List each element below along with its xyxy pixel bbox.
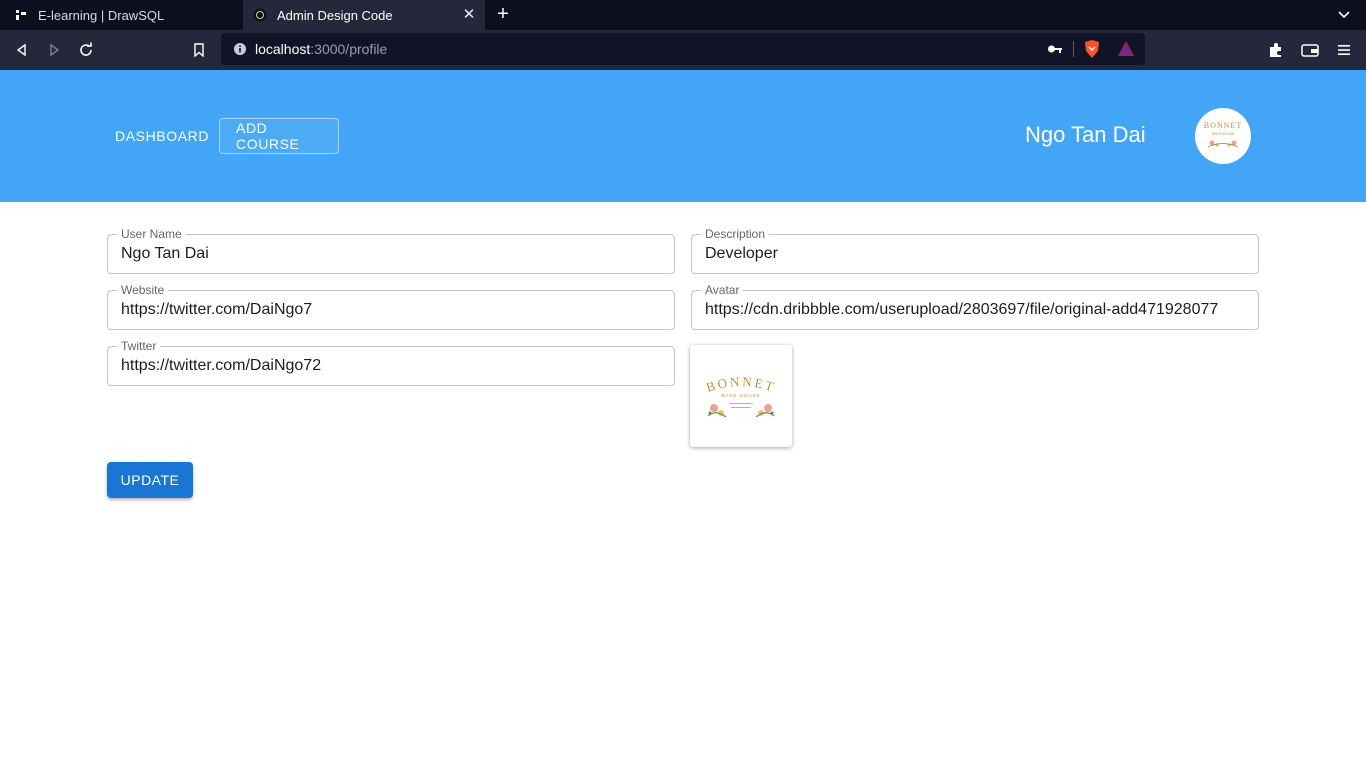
svg-text:BONNET: BONNET <box>704 374 777 395</box>
field-label: Website <box>117 283 169 297</box>
forward-icon[interactable] <box>44 40 64 60</box>
brave-shield-icon[interactable] <box>1083 39 1101 64</box>
bookmark-icon[interactable] <box>189 40 209 60</box>
website-field[interactable]: Website https://twitter.com/DaiNgo7 <box>107 283 675 330</box>
nav-dashboard-link[interactable]: DASHBOARD <box>99 118 225 154</box>
user-name: Ngo Tan Dai <box>1025 122 1146 147</box>
update-button[interactable]: UPDATE <box>107 462 193 498</box>
wallet-icon[interactable] <box>1300 40 1320 60</box>
reload-icon[interactable] <box>76 40 96 60</box>
website-input[interactable]: https://twitter.com/DaiNgo7 <box>121 301 662 319</box>
new-tab-icon[interactable]: + <box>493 4 513 24</box>
tab-admin-design-code[interactable]: Admin Design Code ✕ <box>243 0 485 30</box>
nav-add-course-button[interactable]: ADD COURSE <box>219 118 339 154</box>
avatar-preview: BONNET BAKE HOUSE <box>690 345 792 447</box>
key-icon[interactable] <box>1047 42 1063 61</box>
twitter-field[interactable]: Twitter https://twitter.com/DaiNgo72 <box>107 339 675 386</box>
browser-toolbar: localhost:3000/profile <box>0 30 1366 70</box>
drawsql-icon <box>14 8 28 22</box>
user-name-field[interactable]: User Name Ngo Tan Dai <box>107 227 675 274</box>
field-label: Twitter <box>117 339 161 353</box>
twitter-input[interactable]: https://twitter.com/DaiNgo72 <box>121 357 662 375</box>
bonnet-logo-icon: BONNET BAKE HOUSE <box>704 374 777 418</box>
avatar[interactable]: BONNET BAKE HOUSE <box>1195 108 1251 164</box>
description-field[interactable]: Description Developer <box>691 227 1259 274</box>
address-bar[interactable]: localhost:3000/profile <box>221 33 1145 65</box>
divider <box>1073 41 1074 57</box>
svg-text:BONNET: BONNET <box>1204 121 1242 130</box>
close-icon[interactable]: ✕ <box>461 7 477 23</box>
info-icon[interactable] <box>233 42 247 56</box>
description-input[interactable]: Developer <box>705 245 1246 263</box>
brave-rewards-icon[interactable] <box>1117 40 1135 63</box>
avatar-field[interactable]: Avatar https://cdn.dribbble.com/useruplo… <box>691 283 1259 330</box>
field-label: Avatar <box>701 283 744 297</box>
menu-icon[interactable] <box>1334 40 1354 60</box>
tab-title: Admin Design Code <box>277 7 393 23</box>
svg-text:BAKE HOUSE: BAKE HOUSE <box>1212 132 1235 136</box>
chevron-down-icon[interactable] <box>1336 6 1352 22</box>
field-label: Description <box>701 227 770 241</box>
svg-text:BAKE HOUSE: BAKE HOUSE <box>721 393 760 398</box>
browser-tab-bar: E-learning | DrawSQL Admin Design Code ✕… <box>0 0 1366 30</box>
field-label: User Name <box>117 227 186 241</box>
url-text: localhost:3000/profile <box>255 41 388 57</box>
site-icon <box>253 8 267 22</box>
back-icon[interactable] <box>12 40 32 60</box>
tab-drawsql[interactable]: E-learning | DrawSQL <box>0 0 242 30</box>
extensions-icon[interactable] <box>1266 40 1286 60</box>
avatar-url-input[interactable]: https://cdn.dribbble.com/userupload/2803… <box>705 301 1246 319</box>
tab-title: E-learning | DrawSQL <box>38 7 165 23</box>
user-name-input[interactable]: Ngo Tan Dai <box>121 245 662 263</box>
bonnet-logo-icon: BONNET BAKE HOUSE <box>1204 121 1242 148</box>
app-header: DASHBOARD ADD COURSE Ngo Tan Dai BONNET … <box>0 70 1366 202</box>
